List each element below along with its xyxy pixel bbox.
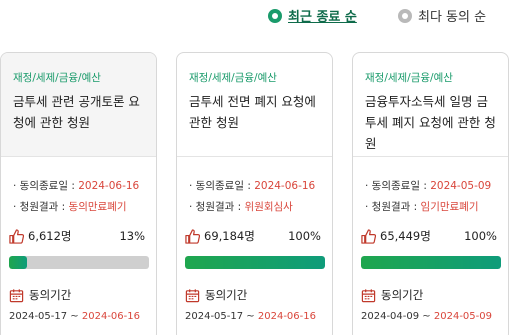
period-dates: 2024-05-17 ~ 2024-06-16	[185, 311, 316, 322]
petition-card[interactable]: 재정/세제/금융/예산 금투세 전면 폐지 요청에 관한 청원 · 동의종료일 …	[176, 52, 333, 335]
sort-options: 최근 종료 순 최다 동의 순	[0, 6, 512, 26]
calendar-icon	[361, 288, 376, 302]
petition-card[interactable]: 재정/세제/금융/예산 금투세 관련 공개토론 요청에 관한 청원 · 동의종료…	[0, 52, 157, 335]
radio-unselected-icon[interactable]	[398, 8, 412, 23]
sort-recent-ended[interactable]: 최근 종료 순	[268, 6, 357, 25]
end-date-label: · 동의종료일 :	[365, 180, 431, 192]
end-date-row: · 동의종료일 : 2024-05-09	[365, 178, 491, 193]
progress-fill	[9, 256, 28, 269]
progress-bar	[185, 256, 325, 269]
card-header: 재정/세제/금융/예산 금투세 전면 폐지 요청에 관한 청원	[177, 53, 332, 157]
agree-count: 6,612명	[28, 229, 72, 243]
progress-fill	[361, 256, 501, 269]
card-header: 재정/세제/금융/예산 금융투자소득세 일명 금투세 폐지 요청에 관한 청원	[353, 53, 508, 157]
calendar-icon	[9, 288, 24, 302]
sort-label[interactable]: 최근 종료 순	[288, 6, 357, 25]
petition-title[interactable]: 금융투자소득세 일명 금투세 폐지 요청에 관한 청원	[365, 91, 499, 154]
period-separator: ~	[243, 311, 258, 322]
period-separator: ~	[67, 311, 82, 322]
result-label: · 청원결과 :	[13, 201, 69, 213]
petition-list-page: 최근 종료 순 최다 동의 순 재정/세제/금융/예산 금투세 관련 공개토론 …	[0, 0, 512, 335]
card-header: 재정/세제/금융/예산 금투세 관련 공개토론 요청에 관한 청원	[1, 53, 156, 157]
agree-percent: 100%	[288, 229, 321, 243]
sort-most-agreed[interactable]: 최다 동의 순	[398, 6, 486, 25]
period-start: 2024-04-09	[361, 311, 420, 322]
end-date-row: · 동의종료일 : 2024-06-16	[13, 178, 139, 193]
agree-count-row: 6,612명 13%	[9, 227, 145, 245]
period-dates: 2024-05-17 ~ 2024-06-16	[9, 311, 140, 322]
end-date-label: · 동의종료일 :	[189, 180, 255, 192]
petition-title[interactable]: 금투세 전면 폐지 요청에 관한 청원	[189, 91, 323, 133]
result-label: · 청원결과 :	[365, 201, 421, 213]
end-date-label: · 동의종료일 :	[13, 180, 79, 192]
agree-count-row: 69,184명 100%	[185, 227, 321, 245]
result-value: 임기만료폐기	[420, 201, 479, 213]
result-value: 위원회심사	[244, 201, 293, 213]
period-separator: ~	[419, 311, 434, 322]
result-value: 동의만료폐기	[68, 201, 127, 213]
progress-bar	[9, 256, 149, 269]
period-label: 동의기간	[381, 288, 424, 302]
petition-category: 재정/세제/금융/예산	[13, 72, 101, 84]
end-date-value: 2024-06-16	[254, 180, 316, 192]
agree-count: 69,184명	[204, 229, 255, 243]
period-start: 2024-05-17	[9, 311, 68, 322]
petition-category: 재정/세제/금융/예산	[365, 72, 453, 84]
period-row: 동의기간	[9, 287, 71, 303]
agree-percent: 100%	[464, 229, 497, 243]
period-end: 2024-05-09	[433, 311, 492, 322]
result-row: · 청원결과 : 임기만료폐기	[365, 199, 479, 214]
period-dates: 2024-04-09 ~ 2024-05-09	[361, 311, 492, 322]
progress-bar	[361, 256, 501, 269]
petition-card[interactable]: 재정/세제/금융/예산 금융투자소득세 일명 금투세 폐지 요청에 관한 청원 …	[352, 52, 509, 335]
end-date-value: 2024-06-16	[78, 180, 140, 192]
period-row: 동의기간	[185, 287, 247, 303]
period-end: 2024-06-16	[81, 311, 140, 322]
agree-count: 65,449명	[380, 229, 431, 243]
agree-percent: 13%	[119, 229, 145, 243]
sort-label[interactable]: 최다 동의 순	[418, 6, 486, 25]
thumbs-up-icon	[9, 228, 24, 244]
period-label: 동의기간	[29, 288, 72, 302]
period-end: 2024-06-16	[257, 311, 316, 322]
period-row: 동의기간	[361, 287, 423, 303]
thumbs-up-icon	[361, 228, 376, 244]
end-date-value: 2024-05-09	[430, 180, 492, 192]
end-date-row: · 동의종료일 : 2024-06-16	[189, 178, 315, 193]
progress-fill	[185, 256, 325, 269]
result-row: · 청원결과 : 위원회심사	[189, 199, 293, 214]
result-row: · 청원결과 : 동의만료폐기	[13, 199, 127, 214]
petition-title[interactable]: 금투세 관련 공개토론 요청에 관한 청원	[13, 91, 147, 133]
thumbs-up-icon	[185, 228, 200, 244]
radio-selected-icon[interactable]	[268, 8, 282, 23]
agree-count-row: 65,449명 100%	[361, 227, 497, 245]
calendar-icon	[185, 288, 200, 302]
result-label: · 청원결과 :	[189, 201, 245, 213]
period-start: 2024-05-17	[185, 311, 244, 322]
petition-category: 재정/세제/금융/예산	[189, 72, 277, 84]
period-label: 동의기간	[205, 288, 248, 302]
